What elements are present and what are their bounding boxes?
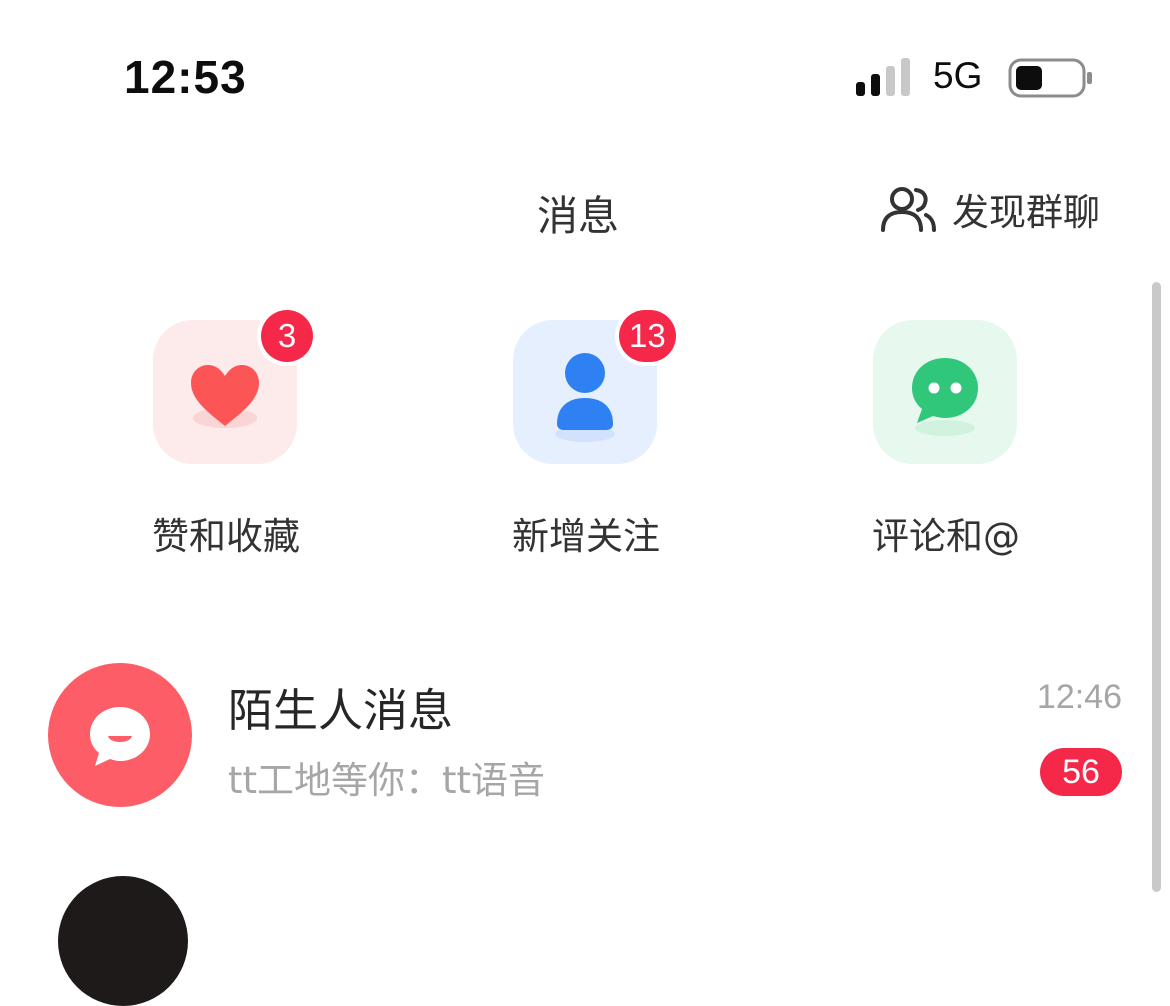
discover-group-chat-label: 发现群聊 bbox=[952, 191, 1100, 234]
shortcut-label: 赞和收藏 bbox=[152, 515, 300, 558]
page-title: 消息 bbox=[537, 192, 619, 240]
chat-bubble-icon bbox=[912, 358, 978, 436]
shortcut-tile bbox=[873, 320, 1017, 464]
unread-count-badge: 56 bbox=[1040, 748, 1122, 796]
shortcut-comments-and-mentions[interactable]: 评论和@ bbox=[831, 320, 1041, 560]
conversation-preview: tt工地等你：tt语音 bbox=[228, 759, 546, 802]
next-conversation-avatar[interactable] bbox=[58, 876, 188, 1006]
shortcut-label: 评论和@ bbox=[872, 515, 1020, 558]
shortcut-likes-and-favorites[interactable]: 3 赞和收藏 bbox=[111, 310, 321, 560]
scrollbar[interactable] bbox=[1152, 282, 1161, 892]
shortcut-label: 新增关注 bbox=[512, 515, 660, 558]
avatar bbox=[48, 663, 192, 807]
network-type: 5G bbox=[933, 55, 983, 96]
shortcut-new-followers[interactable]: 13 新增关注 bbox=[471, 310, 681, 560]
status-time: 12:53 bbox=[124, 51, 247, 103]
conversation-time: 12:46 bbox=[1036, 678, 1122, 716]
cellular-signal-icon bbox=[856, 58, 910, 96]
unread-badge: 3 bbox=[261, 310, 313, 362]
message-bubble-icon bbox=[90, 707, 150, 766]
unread-badge: 13 bbox=[619, 310, 676, 362]
battery-icon bbox=[1008, 58, 1092, 98]
conversation-name: 陌生人消息 bbox=[228, 684, 454, 737]
group-people-icon bbox=[881, 187, 936, 232]
discover-group-chat-button[interactable]: 发现群聊 bbox=[880, 183, 1100, 235]
conversation-row-stranger-messages[interactable]: 陌生人消息 tt工地等你：tt语音 12:46 56 bbox=[0, 650, 1150, 820]
